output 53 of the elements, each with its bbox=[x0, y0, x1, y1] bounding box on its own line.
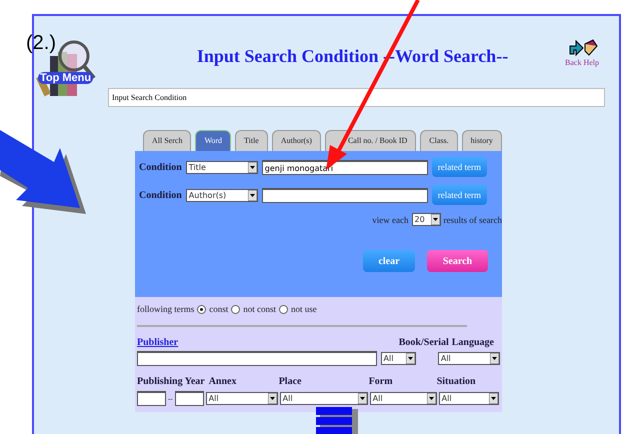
language-label: Language bbox=[452, 337, 494, 348]
radio-button[interactable] bbox=[231, 304, 240, 314]
place-label: Place bbox=[278, 376, 302, 387]
condition-dropdown[interactable]: Author(s) bbox=[186, 188, 258, 202]
results-label: results of search bbox=[444, 214, 502, 224]
search-tab[interactable]: history bbox=[462, 130, 502, 151]
condition-dropdown[interactable]: Title bbox=[186, 160, 258, 174]
book-serial-label: Book/Serial bbox=[398, 337, 449, 348]
dropdown-arrow-icon bbox=[268, 393, 277, 404]
view-each-label: view each bbox=[372, 214, 409, 224]
search-tab[interactable]: Author(s) bbox=[272, 130, 321, 151]
radio-label: const bbox=[209, 304, 228, 314]
dropdown-arrow-icon bbox=[248, 190, 257, 200]
language-dropdown[interactable]: All bbox=[438, 352, 500, 365]
radio-button[interactable] bbox=[197, 304, 206, 314]
dropdown-arrow-icon bbox=[358, 393, 367, 404]
form-label: Form bbox=[368, 376, 394, 387]
radio-button[interactable] bbox=[279, 304, 288, 314]
dropdown-arrow-icon bbox=[430, 214, 440, 225]
form-dropdown[interactable]: All bbox=[370, 392, 437, 405]
annex-label: Annex bbox=[208, 376, 238, 387]
search-condition-field[interactable]: Input Search Condition bbox=[108, 88, 605, 107]
dropdown-arrow-icon bbox=[248, 162, 257, 172]
following-terms-label: following terms bbox=[137, 304, 194, 314]
condition-label: Condition bbox=[139, 162, 182, 172]
place-dropdown[interactable]: All bbox=[280, 392, 368, 405]
annex-dropdown[interactable]: All bbox=[206, 392, 278, 405]
publishing-year-label: Publishing Year bbox=[137, 376, 205, 387]
striped-marker-drawing bbox=[316, 407, 358, 434]
situation-dropdown[interactable]: All bbox=[438, 392, 499, 405]
publisher-link[interactable]: Publisher bbox=[137, 337, 178, 348]
search-tab[interactable]: Call no. / Book ID bbox=[324, 130, 416, 151]
condition-input[interactable]: genji monogatari bbox=[262, 160, 428, 174]
condition-label: Condition bbox=[139, 190, 182, 200]
year-to-input[interactable] bbox=[174, 391, 204, 406]
search-tab[interactable]: Class. bbox=[420, 130, 458, 151]
search-tab[interactable]: Title bbox=[235, 130, 268, 151]
dropdown-arrow-icon bbox=[488, 393, 498, 404]
situation-label: Situation bbox=[436, 376, 476, 387]
results-count-dropdown[interactable]: 20 bbox=[412, 213, 441, 226]
dropdown-arrow-icon bbox=[490, 353, 499, 364]
search-tab[interactable]: Word bbox=[195, 130, 232, 151]
top-menu-link[interactable]: Top Menu bbox=[38, 72, 94, 84]
dropdown-arrow-icon bbox=[426, 393, 436, 404]
condition-input[interactable] bbox=[262, 188, 428, 202]
publisher-input[interactable] bbox=[137, 351, 377, 366]
radio-label: not use bbox=[291, 304, 317, 314]
search-tab[interactable]: All Serch bbox=[143, 130, 192, 151]
dropdown-arrow-icon bbox=[406, 353, 416, 364]
back-help-label[interactable]: Back Help bbox=[565, 58, 599, 67]
year-from-input[interactable] bbox=[137, 391, 166, 406]
book-serial-dropdown[interactable]: All bbox=[380, 352, 416, 365]
radio-label: not const bbox=[243, 304, 276, 314]
